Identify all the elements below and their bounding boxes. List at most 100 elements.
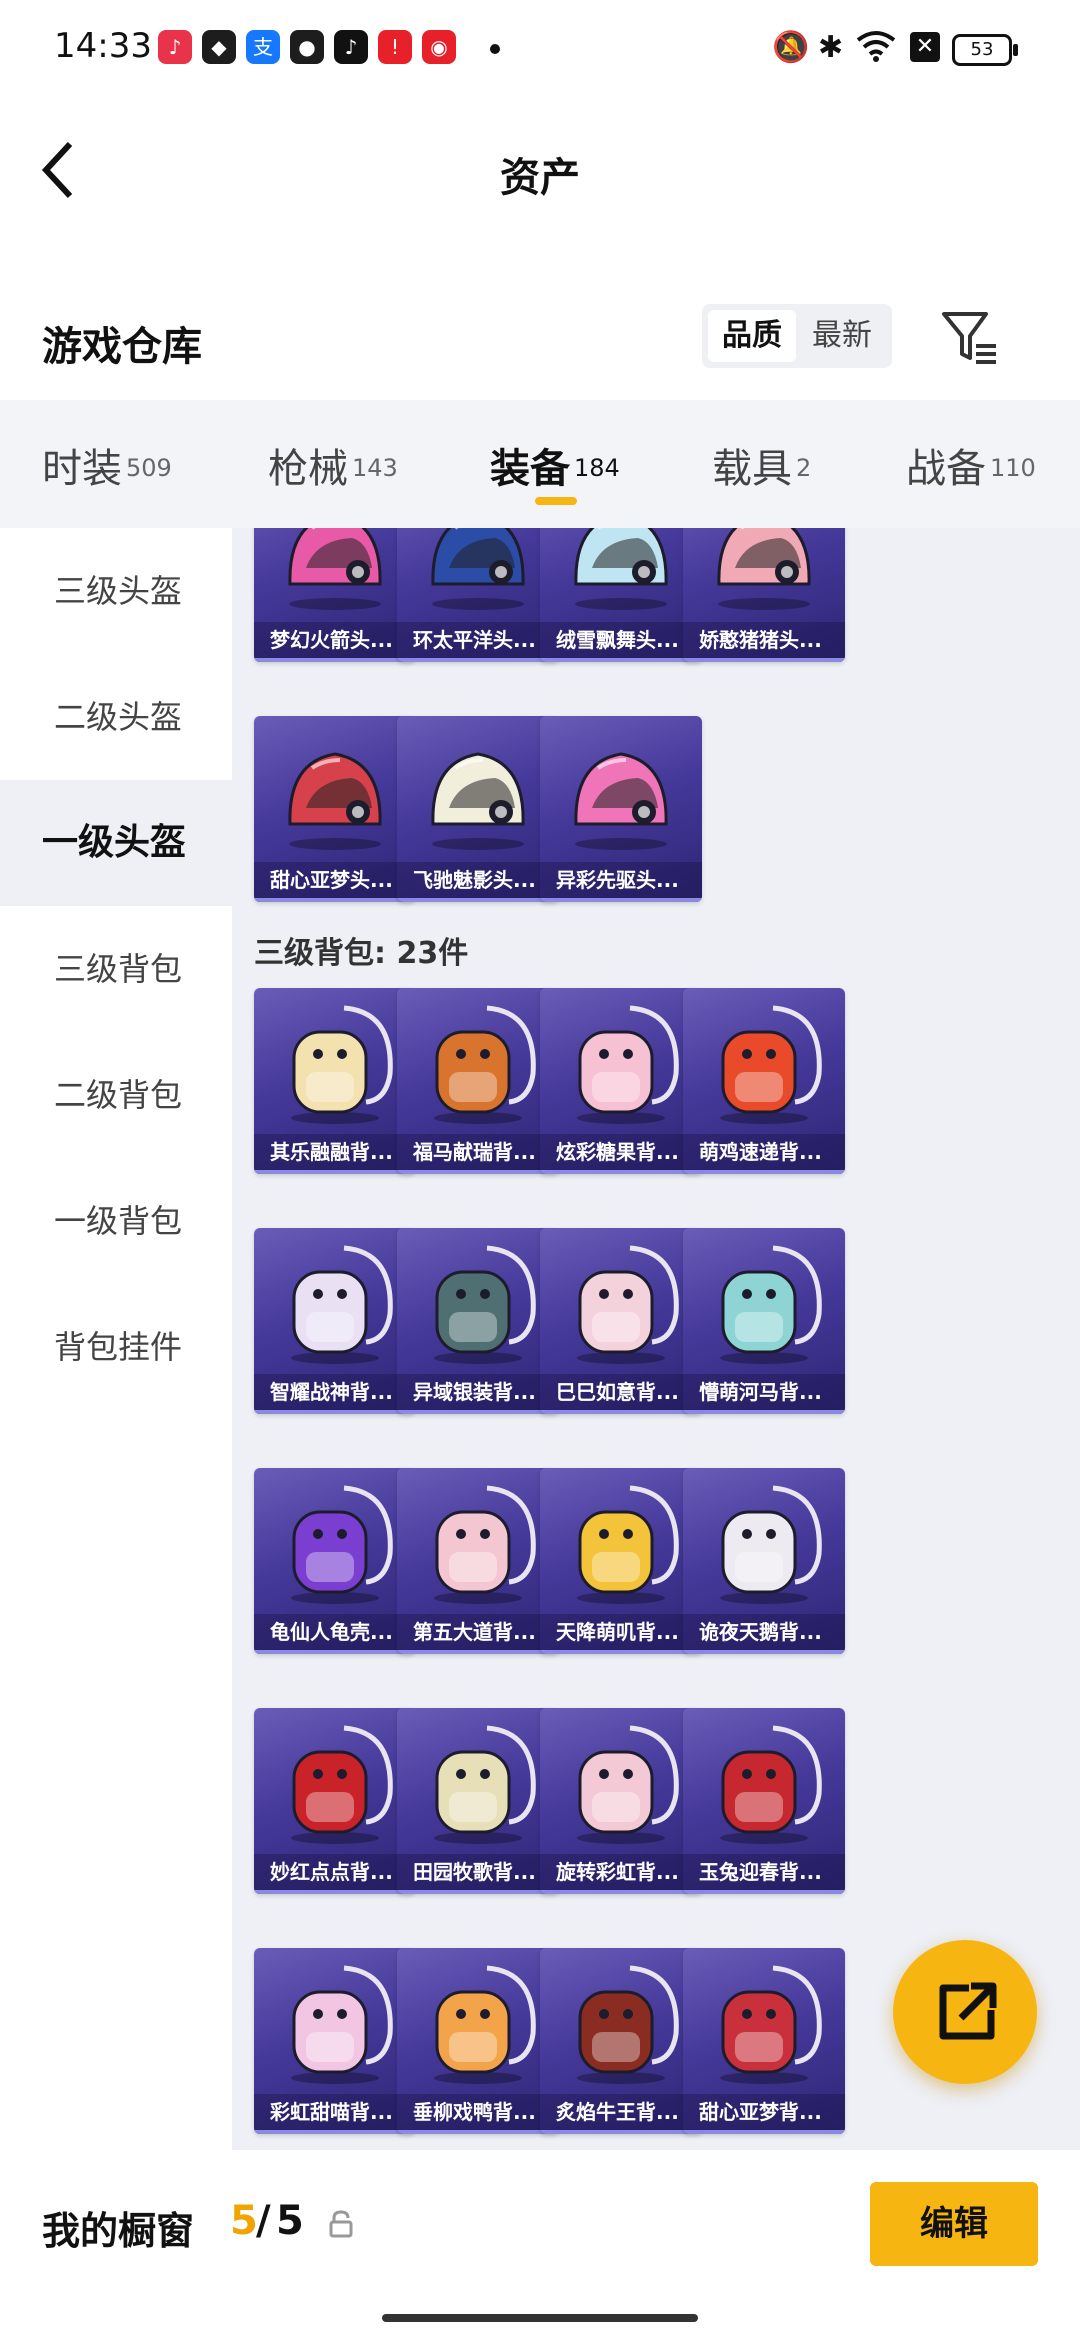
filter-button[interactable] <box>940 308 1000 368</box>
sidebar-item-level3-helmet[interactable]: 三级头盔 <box>0 528 232 654</box>
item-name: 垂柳戏鸭背... <box>397 2094 559 2134</box>
item-card[interactable]: 龟仙人龟壳... <box>254 1468 416 1654</box>
filter-icon <box>942 312 996 364</box>
pink-bag-backpack-icon <box>397 1468 559 1614</box>
sidebar-item-level1-helmet[interactable]: 一级头盔 <box>0 780 232 906</box>
item-card[interactable]: 娇憨猪猪头... <box>683 528 845 662</box>
page-title: 资产 <box>500 155 580 201</box>
item-card[interactable]: 萌鸡速递背... <box>683 988 845 1174</box>
sort-newest-button[interactable]: 最新 <box>798 310 886 362</box>
item-card[interactable]: 旋转彩虹背... <box>540 1708 702 1894</box>
tab-label: 装备 <box>490 446 570 492</box>
tab-label: 战备 <box>906 446 986 492</box>
item-grid: 梦幻火箭头... 环太平洋头... 绒雪飘舞头... 娇憨猪猪头... 甜心亚梦头...… <box>232 528 1080 2150</box>
item-card[interactable]: 妙红点点背... <box>254 1708 416 1894</box>
showcase-count-separator: / <box>256 2198 271 2244</box>
armor-backpack-icon <box>254 1228 416 1374</box>
sidebar: 三级头盔 二级头盔 一级头盔 三级背包 二级背包 一级背包 背包挂件 <box>0 528 232 2150</box>
wifi-icon <box>856 30 896 70</box>
item-card[interactable]: 诡夜天鹅背... <box>683 1468 845 1654</box>
item-card[interactable]: 智耀战神背... <box>254 1228 416 1414</box>
yellow-backpack-icon <box>540 1468 702 1614</box>
item-card[interactable]: 懵萌河马背... <box>683 1228 845 1414</box>
basket-backpack-icon <box>397 1708 559 1854</box>
item-card[interactable]: 炫彩糖果背... <box>540 988 702 1174</box>
item-name: 田园牧歌背... <box>397 1854 559 1894</box>
sort-quality-button[interactable]: 品质 <box>708 310 796 362</box>
active-tab-indicator <box>535 497 577 505</box>
white-snow-helmet-icon <box>540 528 702 622</box>
item-card[interactable]: 其乐融融背... <box>254 988 416 1174</box>
item-card[interactable]: 垂柳戏鸭背... <box>397 1948 559 2134</box>
edit-button[interactable]: 编辑 <box>870 2182 1038 2266</box>
turtle-shell-backpack-icon <box>254 1468 416 1614</box>
item-card[interactable]: 田园牧歌背... <box>397 1708 559 1894</box>
tab-count: 143 <box>352 453 398 482</box>
sim-off-icon: ✕ <box>910 32 940 62</box>
category-tabs: 时装 509 枪械 143 装备 184 载具 2 战备 110 <box>0 400 1080 528</box>
item-card[interactable]: 天降萌叽背... <box>540 1468 702 1654</box>
item-name: 龟仙人龟壳... <box>254 1614 416 1654</box>
tab-label: 载具 <box>712 446 792 492</box>
tab-weapons[interactable]: 枪械 143 <box>268 436 398 494</box>
status-time: 14:33 <box>54 26 152 66</box>
sidebar-item-level3-backpack[interactable]: 三级背包 <box>0 906 232 1032</box>
snake-backpack-icon <box>540 1228 702 1374</box>
item-card[interactable]: 异域银装背... <box>397 1228 559 1414</box>
item-card[interactable]: 飞驰魅影头... <box>397 716 559 902</box>
tab-fashion[interactable]: 时装 509 <box>42 436 172 494</box>
tab-equipment[interactable]: 装备 184 <box>490 436 620 494</box>
sidebar-item-level2-helmet[interactable]: 二级头盔 <box>0 654 232 780</box>
item-name: 梦幻火箭头... <box>254 622 416 662</box>
alipay-app-icon: 支 <box>246 30 280 64</box>
item-card[interactable]: 环太平洋头... <box>397 528 559 662</box>
silver-backpack-icon <box>397 1228 559 1374</box>
notification-dot <box>490 44 500 54</box>
item-card[interactable]: 炙焰牛王背... <box>540 1948 702 2134</box>
item-card[interactable]: 绒雪飘舞头... <box>540 528 702 662</box>
item-card[interactable]: 玉兔迎春背... <box>683 1708 845 1894</box>
group-title: 三级背包: 23件 <box>254 936 469 971</box>
item-card[interactable]: 异彩先驱头... <box>540 716 702 902</box>
item-name: 智耀战神背... <box>254 1374 416 1414</box>
showcase-count-max: 5 <box>276 2198 304 2244</box>
pink-rocket-helmet-icon <box>254 528 416 622</box>
red-sweet-helmet-icon <box>254 716 416 862</box>
item-card[interactable]: 彩虹甜喵背... <box>254 1948 416 2134</box>
tab-battle-gear[interactable]: 战备 110 <box>906 436 1036 494</box>
sidebar-item-level1-backpack[interactable]: 一级背包 <box>0 1158 232 1284</box>
sidebar-item-backpack-pendant[interactable]: 背包挂件 <box>0 1284 232 1410</box>
item-name: 萌鸡速递背... <box>683 1134 845 1174</box>
share-button[interactable] <box>893 1940 1037 2084</box>
item-card[interactable]: 甜心亚梦背... <box>683 1948 845 2134</box>
tab-label: 时装 <box>42 446 122 492</box>
item-name: 旋转彩虹背... <box>540 1854 702 1894</box>
item-name: 环太平洋头... <box>397 622 559 662</box>
pink-pioneer-helmet-icon <box>540 716 702 862</box>
horse-backpack-icon <box>397 988 559 1134</box>
showcase-label: 我的橱窗 <box>42 2209 195 2253</box>
item-name: 炫彩糖果背... <box>540 1134 702 1174</box>
tiktok-app-icon: ♪ <box>334 30 368 64</box>
item-name: 诡夜天鹅背... <box>683 1614 845 1654</box>
external-link-icon <box>939 1982 997 2040</box>
music-app-icon: ♪ <box>158 30 192 64</box>
sidebar-item-level2-backpack[interactable]: 二级背包 <box>0 1032 232 1158</box>
item-card[interactable]: 梦幻火箭头... <box>254 528 416 662</box>
item-name: 甜心亚梦头... <box>254 862 416 902</box>
battery-indicator: 53 <box>952 34 1018 66</box>
item-name: 天降萌叽背... <box>540 1614 702 1654</box>
tab-count: 110 <box>990 453 1036 482</box>
section-title: 游戏仓库 <box>42 324 202 370</box>
item-name: 福马献瑞背... <box>397 1134 559 1174</box>
item-name: 彩虹甜喵背... <box>254 2094 416 2134</box>
home-indicator[interactable] <box>382 2314 698 2322</box>
item-card[interactable]: 甜心亚梦头... <box>254 716 416 902</box>
item-card[interactable]: 巳巳如意背... <box>540 1228 702 1414</box>
wechat-app-icon: ● <box>290 30 324 64</box>
item-card[interactable]: 福马献瑞背... <box>397 988 559 1174</box>
red-rabbit-backpack-icon <box>683 1708 845 1854</box>
tab-vehicles[interactable]: 载具 2 <box>712 436 811 494</box>
item-card[interactable]: 第五大道背... <box>397 1468 559 1654</box>
sort-toggle: 品质 最新 <box>702 304 892 368</box>
